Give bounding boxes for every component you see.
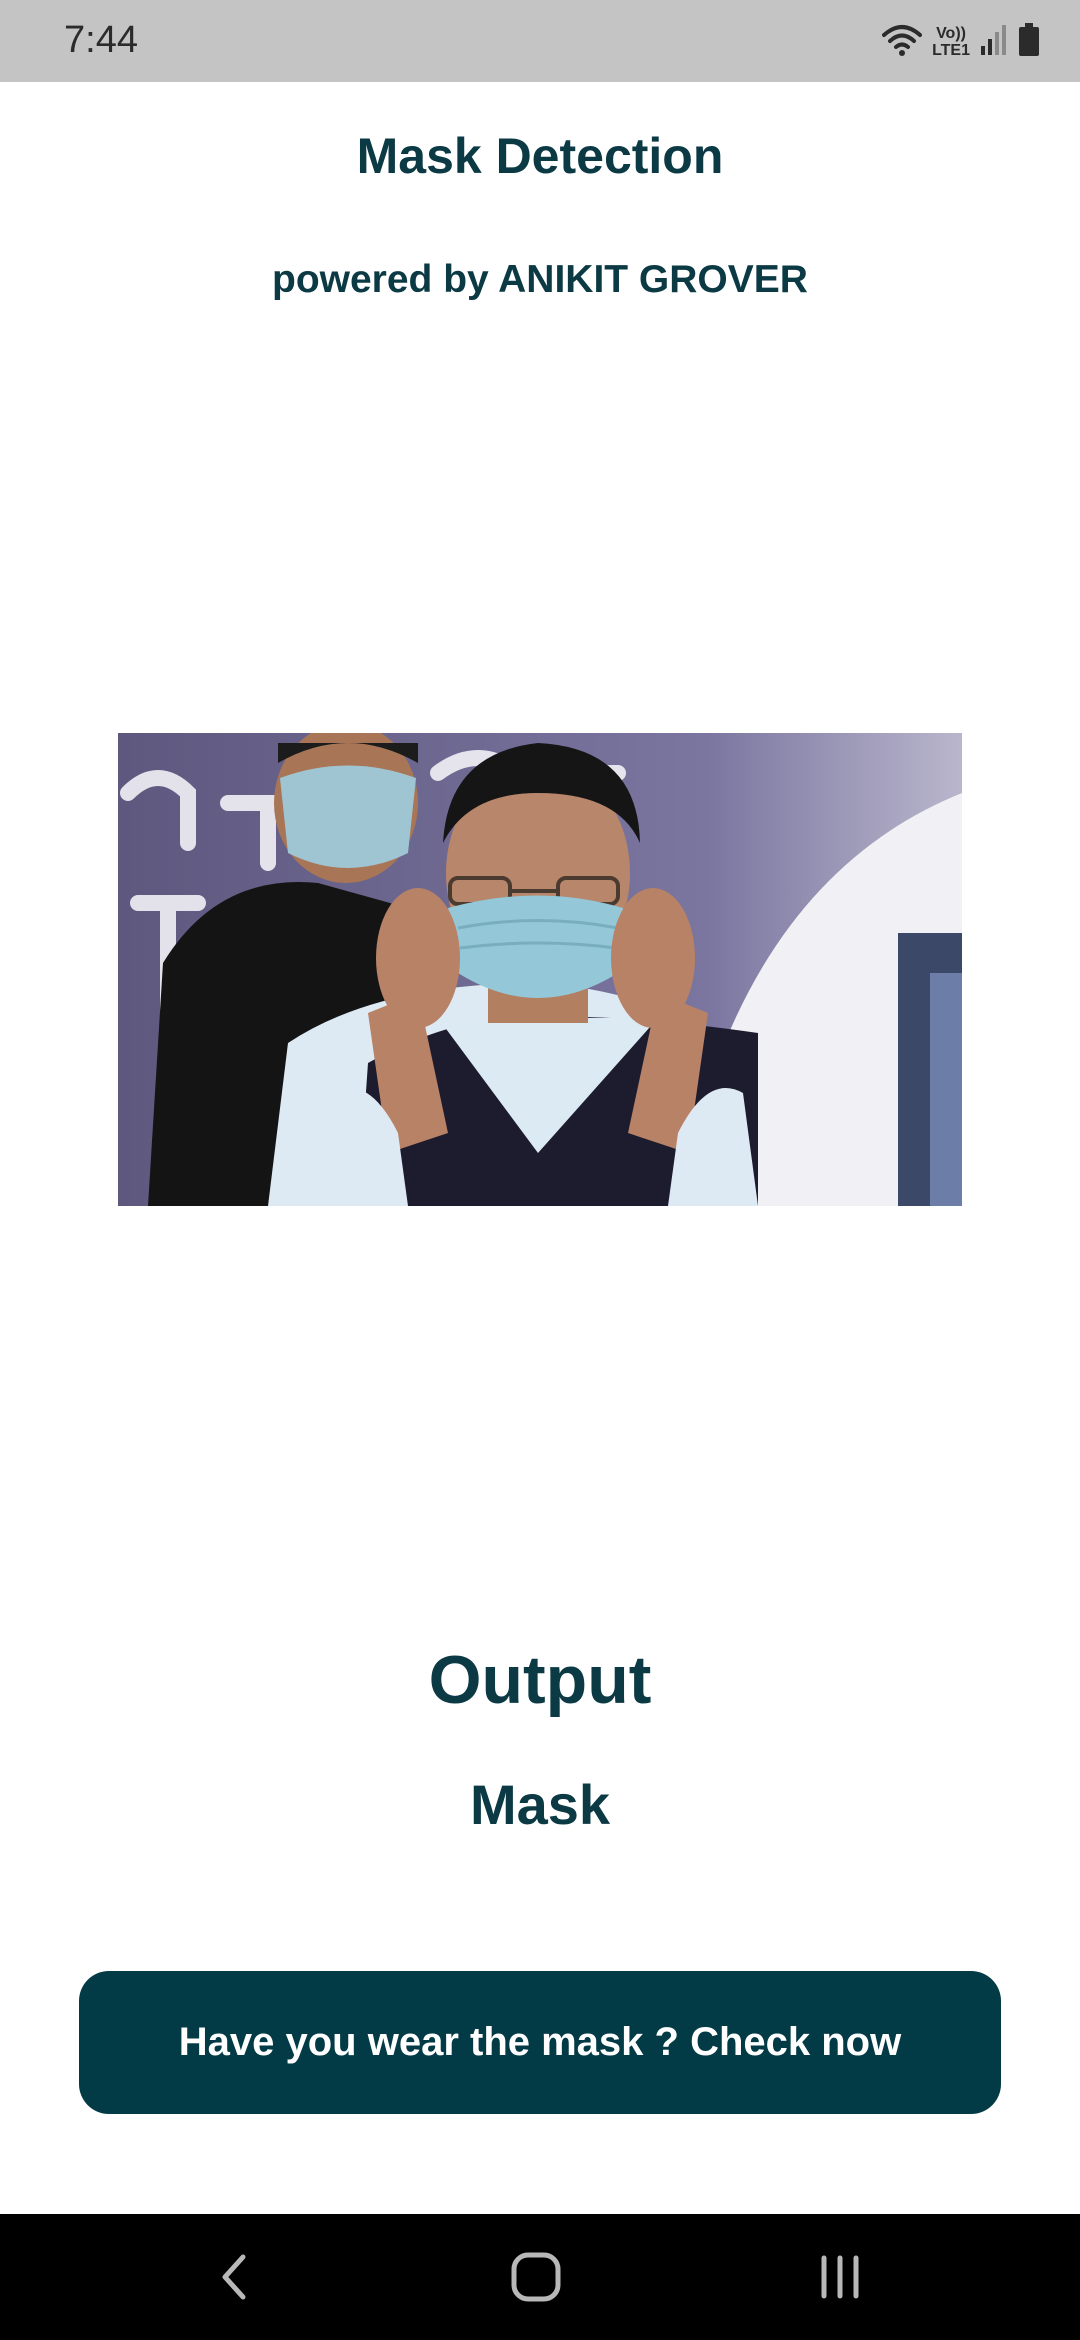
navigation-bar: [0, 2214, 1080, 2340]
back-icon[interactable]: [198, 2241, 270, 2313]
masked-person-photo: [118, 733, 962, 1206]
signal-icon: [980, 24, 1008, 61]
page-subtitle: powered by ANIKIT GROVER: [272, 258, 808, 301]
page-title: Mask Detection: [356, 128, 724, 184]
wifi-icon: [882, 23, 923, 62]
network-label: Vo)) LTE1: [932, 25, 970, 59]
network-label-bottom: LTE1: [932, 42, 970, 59]
check-now-button[interactable]: Have you wear the mask ? Check now: [79, 1971, 1001, 2114]
status-bar: 7:44 Vo)) LTE1: [0, 0, 1080, 82]
output-heading: Output: [428, 1642, 652, 1718]
status-time: 7:44: [64, 19, 138, 61]
status-icons: Vo)) LTE1: [882, 20, 1040, 64]
battery-icon: [1018, 22, 1040, 62]
output-result: Mask: [469, 1773, 611, 1836]
network-label-top: Vo)): [936, 25, 966, 42]
recents-icon[interactable]: [804, 2241, 876, 2313]
home-icon[interactable]: [500, 2241, 572, 2313]
